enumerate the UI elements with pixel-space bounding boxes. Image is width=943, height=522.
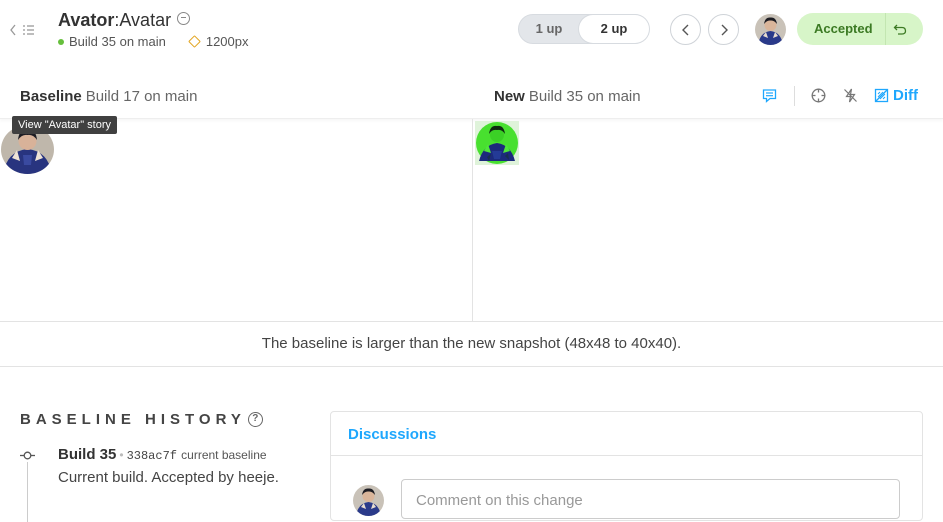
discussions-panel: Discussions Comment on this change — [330, 411, 923, 521]
snapshot-panels — [0, 119, 943, 322]
diff-icon — [874, 88, 889, 103]
next-button[interactable] — [708, 14, 739, 45]
history-timeline — [27, 462, 28, 522]
top-bar: Avator:Avatar Build 35 on main 1200px 1 … — [0, 0, 943, 62]
accepted-label: Accepted — [814, 21, 873, 36]
two-up-option[interactable]: 2 up — [579, 15, 649, 43]
diff-toggle-button[interactable]: Diff — [874, 87, 918, 104]
build-meta: Build 35 on main 1200px — [58, 34, 249, 49]
discussions-title[interactable]: Discussions — [348, 426, 436, 443]
comparison-header: Baseline Build 17 on main New Build 35 on … — [0, 79, 943, 119]
commenter-avatar — [353, 485, 384, 516]
commit-node-icon — [20, 451, 35, 460]
new-build: Build 35 on main — [528, 88, 641, 105]
diff-label: Diff — [893, 87, 918, 104]
history-build-link[interactable]: Build 35 — [58, 446, 116, 463]
size-mismatch-notice: The baseline is larger than the new snap… — [0, 322, 943, 367]
baseline-history-title: BASELINE HISTORY — [20, 411, 246, 428]
panel-divider — [472, 119, 473, 322]
history-commit-hash[interactable]: 338ac7f — [127, 449, 177, 463]
sidebar-toggle-button[interactable] — [9, 22, 37, 38]
back-list-icon — [10, 24, 34, 36]
accepted-status: Accepted — [797, 13, 923, 45]
baseline-label: Baseline — [20, 88, 82, 105]
previous-button[interactable] — [670, 14, 701, 45]
user-photo-icon — [755, 14, 786, 45]
comments-toggle-button[interactable] — [762, 88, 777, 108]
viewport-icon — [187, 35, 201, 48]
page-title: Avator:Avatar — [58, 10, 191, 31]
history-description: Current build. Accepted by heeje. — [58, 469, 279, 486]
commenter-photo-icon — [353, 485, 384, 516]
new-heading: New Build 35 on main — [494, 88, 641, 105]
chevron-right-icon — [721, 24, 728, 36]
new-avatar-diff-image — [475, 121, 519, 165]
help-icon[interactable]: ? — [247, 412, 263, 427]
new-label: New — [494, 88, 525, 105]
user-avatar[interactable] — [755, 14, 786, 45]
history-dot: • — [119, 448, 124, 462]
undo-button[interactable] — [893, 22, 907, 41]
baseline-heading: Baseline Build 17 on main — [20, 88, 197, 105]
component-name: Avator — [58, 10, 115, 30]
toolbar-divider — [794, 86, 795, 106]
story-tooltip: View "Avatar" story — [12, 116, 117, 134]
view-mode-toggle: 1 up 2 up — [518, 14, 649, 44]
history-entry-header: Build 35 • 338ac7f current baseline — [58, 446, 267, 463]
comment-icon — [762, 89, 777, 103]
story-link-icon[interactable] — [177, 12, 191, 25]
baseline-history-heading: BASELINE HISTORY ? — [20, 411, 263, 428]
build-label: Build 35 on main — [69, 34, 166, 49]
history-tag: current baseline — [181, 448, 267, 462]
chevron-left-icon — [682, 24, 689, 36]
comment-input[interactable]: Comment on this change — [401, 479, 900, 519]
strobe-button[interactable] — [843, 88, 858, 108]
new-snapshot-diff[interactable] — [475, 121, 519, 165]
crosshair-icon — [811, 88, 826, 103]
viewport-label: 1200px — [205, 34, 249, 49]
focus-button[interactable] — [811, 88, 826, 108]
accepted-divider — [885, 13, 886, 45]
baseline-build: Build 17 on main — [85, 88, 198, 105]
undo-icon — [893, 24, 907, 35]
lightning-off-icon — [844, 88, 857, 103]
build-status-dot — [58, 38, 64, 45]
one-up-option[interactable]: 1 up — [519, 15, 579, 43]
discussions-header: Discussions — [331, 412, 922, 456]
story-name: Avatar — [119, 10, 172, 30]
